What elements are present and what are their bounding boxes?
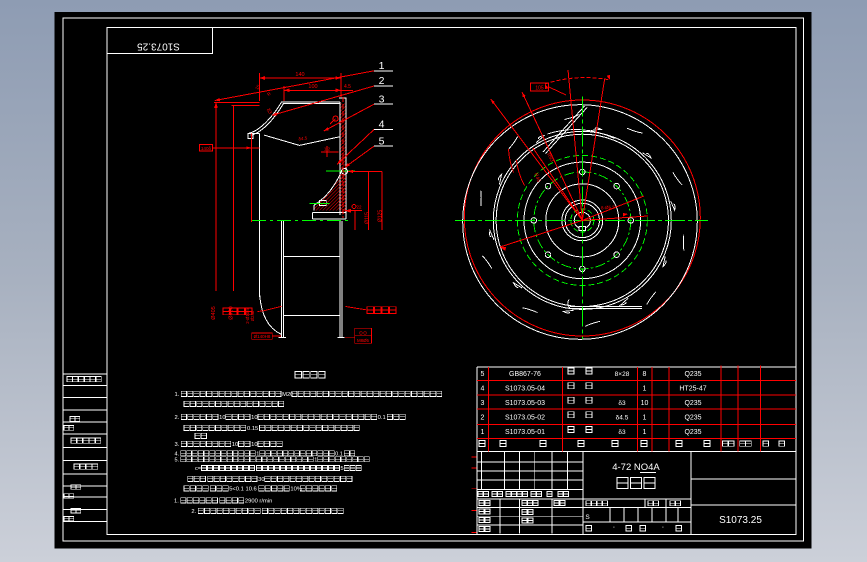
svg-text:S1073.05-03: S1073.05-03 — [505, 400, 545, 407]
svg-text:δ4.5: δ4.5 — [298, 136, 308, 142]
svg-text:S1073.05-04: S1073.05-04 — [505, 386, 545, 393]
svg-text:0.15: 0.15 — [247, 426, 258, 432]
svg-text:GB867-76: GB867-76 — [509, 371, 541, 378]
svg-text:10: 10 — [641, 400, 649, 407]
svg-text:2900 r/min: 2900 r/min — [245, 499, 272, 505]
svg-text:⊙⊙: ⊙⊙ — [359, 330, 367, 336]
svg-text:0.1: 0.1 — [335, 451, 343, 457]
svg-text:10: 10 — [251, 442, 257, 448]
svg-text:0.1: 0.1 — [378, 415, 386, 421]
svg-text:105: 105 — [535, 85, 544, 91]
svg-text:5<0.1 10.6: 5<0.1 10.6 — [229, 487, 257, 493]
svg-text:4: 4 — [481, 386, 485, 393]
svg-text:Ø405: Ø405 — [211, 306, 217, 319]
svg-text:': ' — [613, 527, 614, 533]
svg-text:10: 10 — [219, 415, 225, 421]
svg-text:S: S — [585, 514, 590, 521]
svg-text:2: 2 — [481, 415, 485, 422]
svg-text:4-72 NO4A: 4-72 NO4A — [612, 462, 660, 473]
svg-text:30: 30 — [258, 477, 264, 483]
svg-text:4: 4 — [379, 119, 385, 131]
svg-text:5.: 5. — [175, 457, 180, 463]
svg-text:Ø125: Ø125 — [378, 210, 384, 222]
svg-text:δ4.5: δ4.5 — [616, 415, 629, 422]
svg-text:1: 1 — [256, 451, 259, 457]
svg-text:Q235: Q235 — [684, 415, 701, 422]
svg-text:S1073.25: S1073.25 — [719, 515, 762, 526]
svg-text:Q235: Q235 — [684, 400, 701, 407]
svg-text:1.: 1. — [175, 392, 180, 398]
svg-text:10: 10 — [232, 442, 238, 448]
svg-text:140δ: 140δ — [201, 146, 212, 151]
svg-text:2: 2 — [379, 75, 385, 87]
svg-text:1: 1 — [481, 429, 485, 436]
svg-text:2.: 2. — [191, 509, 196, 515]
svg-text:S1073.05-01: S1073.05-01 — [505, 429, 545, 436]
svg-text:10: 10 — [251, 415, 257, 421]
svg-text:1: 1 — [643, 415, 647, 422]
svg-text:4.5: 4.5 — [344, 84, 351, 90]
svg-text:Q235: Q235 — [684, 429, 701, 436]
svg-text:5: 5 — [481, 371, 485, 378]
svg-text:3: 3 — [481, 400, 485, 407]
svg-text:2.: 2. — [175, 415, 180, 421]
svg-text:100: 100 — [308, 84, 317, 90]
svg-text:1: 1 — [643, 386, 647, 393]
svg-text:3: 3 — [379, 93, 385, 105]
svg-text:Ø115: Ø115 — [365, 212, 371, 224]
svg-text:S1073.05-02: S1073.05-02 — [505, 415, 545, 422]
svg-text:8×28: 8×28 — [615, 371, 630, 378]
svg-text:δ3: δ3 — [618, 400, 626, 407]
svg-text:8-Ø5.5: 8-Ø5.5 — [601, 205, 616, 211]
svg-text:1: 1 — [379, 60, 385, 72]
svg-text:5: 5 — [379, 135, 385, 147]
svg-text:5: 5 — [341, 466, 344, 472]
svg-text:Ø140H8: Ø140H8 — [254, 334, 271, 339]
svg-text:': ' — [662, 527, 663, 533]
svg-text:1.: 1. — [174, 499, 179, 505]
svg-text:S1073.25: S1073.25 — [137, 41, 180, 52]
svg-text:c=: c= — [195, 466, 201, 472]
svg-text:8: 8 — [643, 371, 647, 378]
svg-text:1: 1 — [643, 429, 647, 436]
svg-text:1: 1 — [314, 457, 317, 463]
svg-text:HT25-47: HT25-47 — [679, 386, 706, 393]
svg-text:M8Ø5: M8Ø5 — [357, 338, 370, 343]
svg-text:δ3: δ3 — [618, 429, 626, 436]
svg-text:Q235: Q235 — [684, 371, 701, 378]
svg-text:140: 140 — [295, 72, 304, 78]
svg-text:3.: 3. — [175, 442, 180, 448]
svg-text:22: 22 — [356, 205, 362, 210]
